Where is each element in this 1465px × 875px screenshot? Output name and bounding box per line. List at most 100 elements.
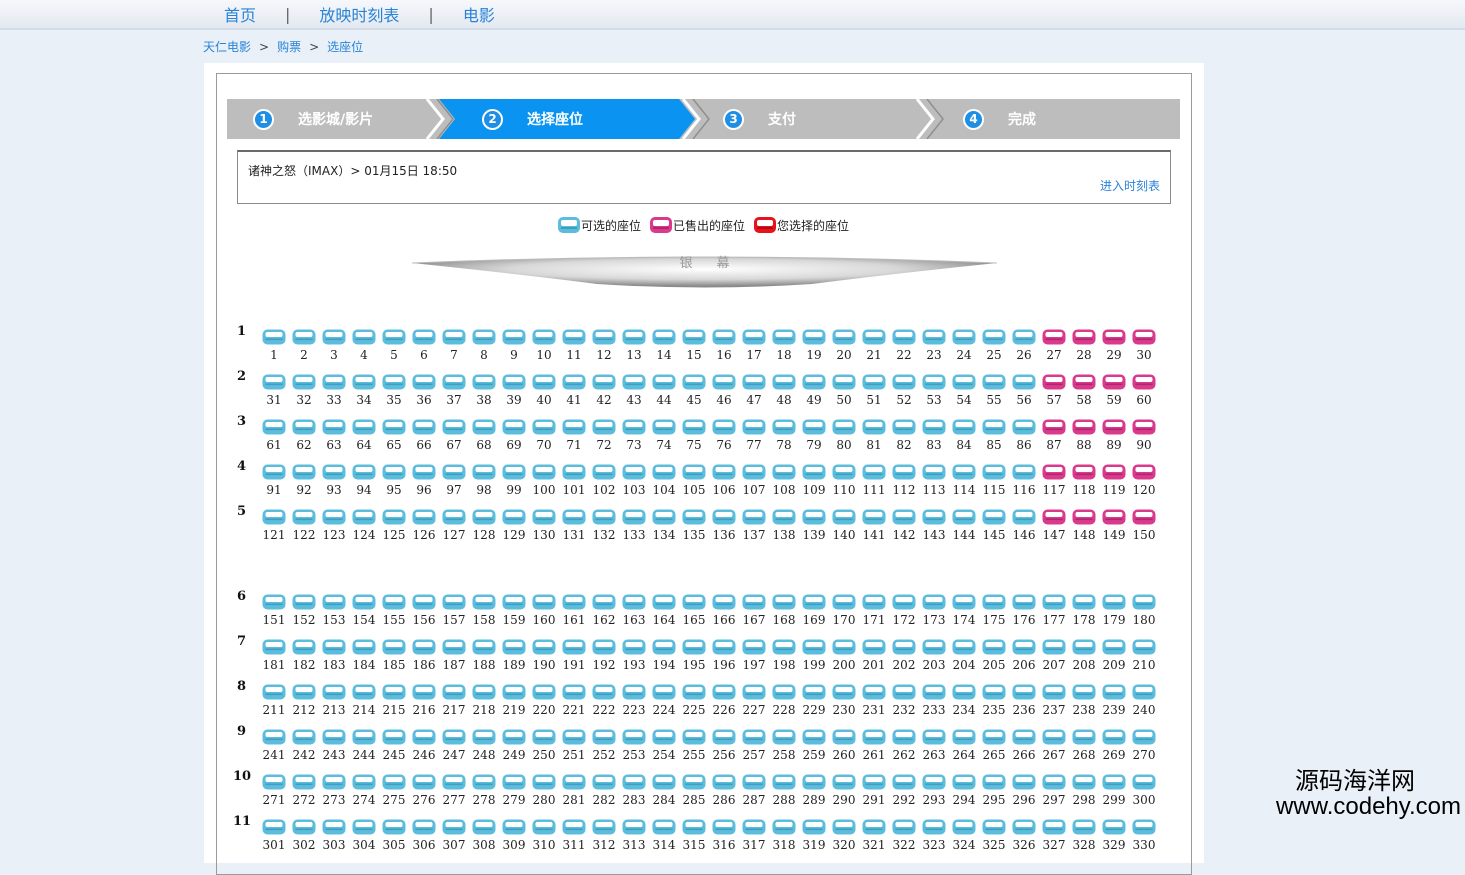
available-seat-icon[interactable] bbox=[292, 419, 316, 435]
available-seat-icon[interactable] bbox=[832, 464, 856, 480]
available-seat-icon[interactable] bbox=[772, 464, 796, 480]
available-seat-icon[interactable] bbox=[322, 374, 346, 390]
available-seat-icon[interactable] bbox=[892, 419, 916, 435]
available-seat-icon[interactable] bbox=[442, 464, 466, 480]
available-seat-icon[interactable] bbox=[532, 509, 556, 525]
available-seat-icon[interactable] bbox=[712, 729, 736, 745]
available-seat-icon[interactable] bbox=[952, 464, 976, 480]
available-seat-icon[interactable] bbox=[352, 509, 376, 525]
available-seat-icon[interactable] bbox=[442, 594, 466, 610]
available-seat-icon[interactable] bbox=[982, 639, 1006, 655]
available-seat-icon[interactable] bbox=[562, 464, 586, 480]
available-seat-icon[interactable] bbox=[262, 509, 286, 525]
available-seat-icon[interactable] bbox=[532, 639, 556, 655]
available-seat-icon[interactable] bbox=[322, 819, 346, 835]
available-seat-icon[interactable] bbox=[502, 639, 526, 655]
available-seat-icon[interactable] bbox=[442, 509, 466, 525]
available-seat-icon[interactable] bbox=[862, 419, 886, 435]
available-seat-icon[interactable] bbox=[592, 774, 616, 790]
available-seat-icon[interactable] bbox=[1132, 819, 1156, 835]
available-seat-icon[interactable] bbox=[832, 729, 856, 745]
available-seat-icon[interactable] bbox=[682, 684, 706, 700]
available-seat-icon[interactable] bbox=[262, 419, 286, 435]
available-seat-icon[interactable] bbox=[622, 819, 646, 835]
available-seat-icon[interactable] bbox=[1012, 509, 1036, 525]
available-seat-icon[interactable] bbox=[532, 729, 556, 745]
available-seat-icon[interactable] bbox=[1042, 594, 1066, 610]
available-seat-icon[interactable] bbox=[922, 729, 946, 745]
available-seat-icon[interactable] bbox=[742, 419, 766, 435]
available-seat-icon[interactable] bbox=[712, 774, 736, 790]
available-seat-icon[interactable] bbox=[442, 329, 466, 345]
available-seat-icon[interactable] bbox=[412, 729, 436, 745]
available-seat-icon[interactable] bbox=[952, 684, 976, 700]
available-seat-icon[interactable] bbox=[652, 464, 676, 480]
available-seat-icon[interactable] bbox=[862, 329, 886, 345]
available-seat-icon[interactable] bbox=[952, 509, 976, 525]
available-seat-icon[interactable] bbox=[502, 684, 526, 700]
available-seat-icon[interactable] bbox=[352, 419, 376, 435]
available-seat-icon[interactable] bbox=[352, 819, 376, 835]
available-seat-icon[interactable] bbox=[922, 684, 946, 700]
available-seat-icon[interactable] bbox=[682, 419, 706, 435]
available-seat-icon[interactable] bbox=[622, 464, 646, 480]
available-seat-icon[interactable] bbox=[802, 639, 826, 655]
available-seat-icon[interactable] bbox=[772, 729, 796, 745]
available-seat-icon[interactable] bbox=[562, 819, 586, 835]
available-seat-icon[interactable] bbox=[472, 774, 496, 790]
available-seat-icon[interactable] bbox=[412, 639, 436, 655]
available-seat-icon[interactable] bbox=[262, 774, 286, 790]
available-seat-icon[interactable] bbox=[712, 594, 736, 610]
available-seat-icon[interactable] bbox=[1132, 684, 1156, 700]
available-seat-icon[interactable] bbox=[352, 374, 376, 390]
available-seat-icon[interactable] bbox=[682, 819, 706, 835]
available-seat-icon[interactable] bbox=[562, 509, 586, 525]
available-seat-icon[interactable] bbox=[1072, 594, 1096, 610]
available-seat-icon[interactable] bbox=[982, 774, 1006, 790]
available-seat-icon[interactable] bbox=[742, 329, 766, 345]
available-seat-icon[interactable] bbox=[832, 509, 856, 525]
available-seat-icon[interactable] bbox=[862, 594, 886, 610]
available-seat-icon[interactable] bbox=[322, 464, 346, 480]
available-seat-icon[interactable] bbox=[1072, 774, 1096, 790]
available-seat-icon[interactable] bbox=[532, 329, 556, 345]
available-seat-icon[interactable] bbox=[922, 374, 946, 390]
available-seat-icon[interactable] bbox=[532, 774, 556, 790]
available-seat-icon[interactable] bbox=[832, 819, 856, 835]
available-seat-icon[interactable] bbox=[562, 774, 586, 790]
available-seat-icon[interactable] bbox=[292, 594, 316, 610]
available-seat-icon[interactable] bbox=[382, 774, 406, 790]
available-seat-icon[interactable] bbox=[1102, 774, 1126, 790]
available-seat-icon[interactable] bbox=[772, 594, 796, 610]
available-seat-icon[interactable] bbox=[622, 684, 646, 700]
available-seat-icon[interactable] bbox=[622, 374, 646, 390]
available-seat-icon[interactable] bbox=[592, 639, 616, 655]
available-seat-icon[interactable] bbox=[652, 594, 676, 610]
available-seat-icon[interactable] bbox=[322, 774, 346, 790]
available-seat-icon[interactable] bbox=[1072, 684, 1096, 700]
available-seat-icon[interactable] bbox=[412, 819, 436, 835]
available-seat-icon[interactable] bbox=[1042, 729, 1066, 745]
available-seat-icon[interactable] bbox=[412, 594, 436, 610]
available-seat-icon[interactable] bbox=[802, 594, 826, 610]
available-seat-icon[interactable] bbox=[862, 374, 886, 390]
available-seat-icon[interactable] bbox=[682, 329, 706, 345]
available-seat-icon[interactable] bbox=[952, 419, 976, 435]
available-seat-icon[interactable] bbox=[442, 774, 466, 790]
available-seat-icon[interactable] bbox=[712, 374, 736, 390]
available-seat-icon[interactable] bbox=[922, 639, 946, 655]
available-seat-icon[interactable] bbox=[502, 374, 526, 390]
available-seat-icon[interactable] bbox=[1042, 639, 1066, 655]
available-seat-icon[interactable] bbox=[262, 329, 286, 345]
available-seat-icon[interactable] bbox=[352, 464, 376, 480]
available-seat-icon[interactable] bbox=[952, 819, 976, 835]
available-seat-icon[interactable] bbox=[982, 819, 1006, 835]
available-seat-icon[interactable] bbox=[742, 509, 766, 525]
available-seat-icon[interactable] bbox=[832, 329, 856, 345]
available-seat-icon[interactable] bbox=[1012, 684, 1036, 700]
available-seat-icon[interactable] bbox=[862, 819, 886, 835]
available-seat-icon[interactable] bbox=[292, 329, 316, 345]
available-seat-icon[interactable] bbox=[1072, 639, 1096, 655]
available-seat-icon[interactable] bbox=[832, 639, 856, 655]
available-seat-icon[interactable] bbox=[442, 684, 466, 700]
